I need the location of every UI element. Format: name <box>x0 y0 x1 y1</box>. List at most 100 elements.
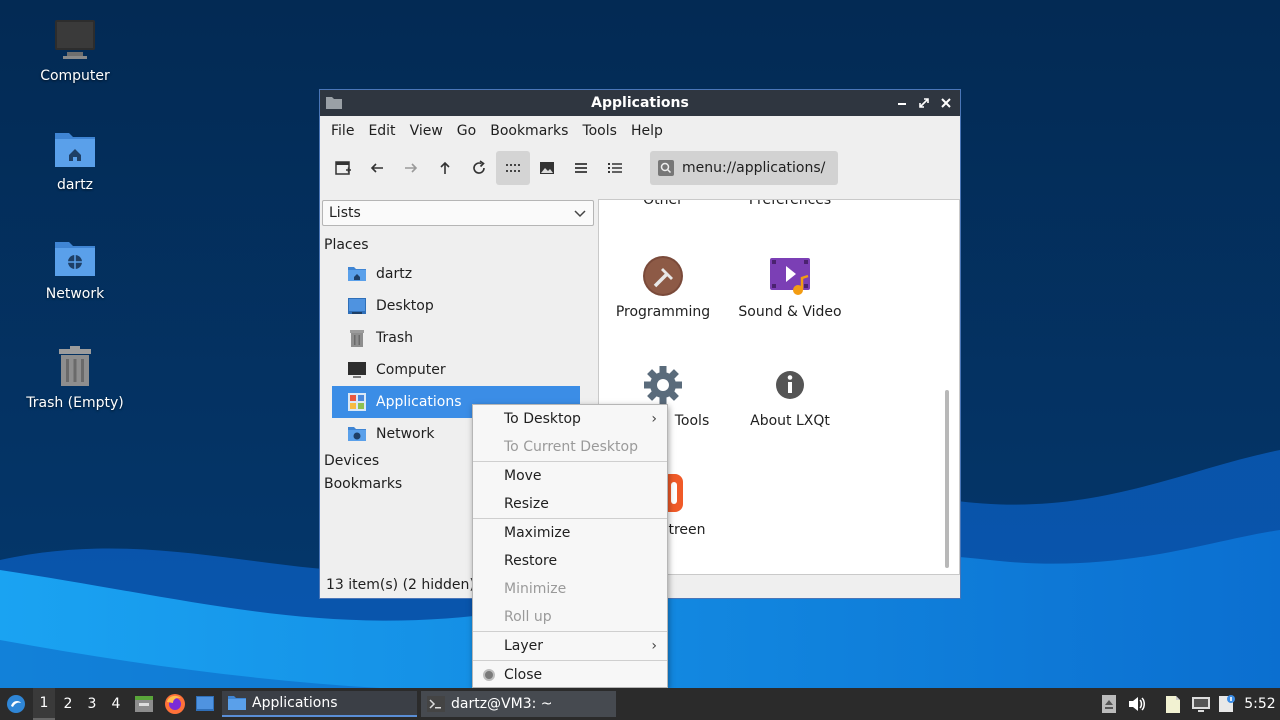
close-button[interactable] <box>938 94 954 112</box>
app-category-sound-video[interactable]: Sound & Video <box>726 254 854 320</box>
sidebar-item-label: dartz <box>376 266 413 282</box>
back-button[interactable] <box>360 151 394 185</box>
menu-bookmarks[interactable]: Bookmarks <box>483 123 575 139</box>
quicklaunch-file-manager[interactable] <box>133 688 155 720</box>
status-bar: 13 item(s) (2 hidden) <box>326 577 475 593</box>
list-icon <box>575 163 587 173</box>
restore-icon <box>919 98 929 108</box>
arrow-up-icon <box>440 161 450 174</box>
app-category-preferences[interactable]: Preferences <box>726 199 854 208</box>
new-tab-button[interactable] <box>326 151 360 185</box>
menu-item-restore[interactable]: Restore <box>473 547 667 575</box>
task-label: dartz@VM3: ~ <box>451 696 553 712</box>
menu-item-label: Maximize <box>504 525 571 541</box>
details-list-icon <box>608 163 622 173</box>
reload-button[interactable] <box>462 151 496 185</box>
menu-view[interactable]: View <box>403 123 450 139</box>
tray-clipboard[interactable] <box>1162 688 1184 720</box>
monitor-icon <box>348 362 366 378</box>
forward-button[interactable] <box>394 151 428 185</box>
desktop-switch-3[interactable]: 3 <box>81 688 103 720</box>
maximize-button[interactable] <box>916 94 932 112</box>
tray-network[interactable] <box>1189 688 1213 720</box>
close-circle-icon <box>483 669 495 681</box>
menu-tools[interactable]: Tools <box>575 123 624 139</box>
sidebar-item-label: Network <box>376 426 435 442</box>
menu-item-maximize[interactable]: Maximize <box>473 519 667 547</box>
terminal-icon <box>427 696 445 712</box>
desktop-icon-home[interactable]: dartz <box>20 127 130 193</box>
menu-item-to-desktop[interactable]: To Desktop › <box>473 405 667 433</box>
tray-updates[interactable] <box>1216 688 1238 720</box>
menu-help[interactable]: Help <box>624 123 670 139</box>
lxqt-logo-icon <box>7 695 25 713</box>
quicklaunch-firefox[interactable] <box>163 688 187 720</box>
tile-label: Programming <box>615 304 711 320</box>
window-context-menu: To Desktop › To Current Desktop Move Res… <box>472 404 668 688</box>
menu-file[interactable]: File <box>324 123 361 139</box>
vertical-scrollbar[interactable] <box>945 390 949 568</box>
compact-view-button[interactable] <box>564 151 598 185</box>
window-title: Applications <box>591 95 689 111</box>
show-desktop-icon <box>196 696 214 711</box>
app-category-programming[interactable]: Programming <box>599 254 727 320</box>
toolbar: menu://applications/ <box>320 146 960 190</box>
desktop-switch-2[interactable]: 2 <box>57 688 79 720</box>
task-terminal[interactable]: dartz@VM3: ~ <box>421 691 616 717</box>
menu-edit[interactable]: Edit <box>361 123 402 139</box>
minimize-button[interactable] <box>894 94 910 112</box>
sidebar-item-computer[interactable]: Computer <box>332 354 580 386</box>
home-folder-icon <box>348 267 366 281</box>
tile-label: Sound & Video <box>738 304 842 320</box>
up-button[interactable] <box>428 151 462 185</box>
desktop-switch-1[interactable]: 1 <box>33 688 55 720</box>
desktop-switch-4[interactable]: 4 <box>105 688 127 720</box>
main-menu-button[interactable] <box>4 688 28 720</box>
desktop-icon-trash[interactable]: Trash (Empty) <box>20 345 130 411</box>
reload-icon <box>473 160 485 174</box>
app-category-about-lxqt[interactable]: About LXQt <box>726 363 854 429</box>
trash-icon <box>350 330 364 347</box>
clock[interactable]: 5:52 <box>1243 688 1277 720</box>
chevron-right-icon: › <box>651 411 657 427</box>
menu-item-label: Roll up <box>504 609 552 625</box>
chevron-right-icon: › <box>651 638 657 654</box>
menu-item-layer[interactable]: Layer › <box>473 632 667 660</box>
tile-label: Preferences <box>748 199 832 208</box>
icon-view-button[interactable] <box>496 151 530 185</box>
trash-icon <box>59 346 91 386</box>
folder-icon <box>326 97 342 109</box>
task-applications[interactable]: Applications <box>222 691 417 717</box>
speaker-icon <box>1129 697 1145 711</box>
menu-item-minimize: Minimize <box>473 575 667 603</box>
arrow-right-icon <box>405 163 418 173</box>
desktop-icon-computer[interactable]: Computer <box>20 18 130 84</box>
menu-item-resize[interactable]: Resize <box>473 490 667 518</box>
places-header: Places <box>324 237 369 253</box>
menu-item-label: Restore <box>504 553 558 569</box>
tray-removable-media[interactable] <box>1098 688 1120 720</box>
side-pane-mode-select[interactable]: Lists <box>322 200 594 226</box>
location-bar[interactable]: menu://applications/ <box>650 151 838 185</box>
quicklaunch-desktop[interactable] <box>193 688 217 720</box>
detailed-view-button[interactable] <box>598 151 632 185</box>
sidebar-item-trash[interactable]: Trash <box>332 322 580 354</box>
info-icon <box>776 371 804 399</box>
thumbnail-view-button[interactable] <box>530 151 564 185</box>
chevron-down-icon <box>574 210 586 218</box>
desktop-icon-label: Computer <box>40 68 110 84</box>
network-monitor-icon <box>1192 697 1210 712</box>
desktop-icon-network[interactable]: Network <box>20 236 130 302</box>
desktop-icon-label: dartz <box>56 177 94 193</box>
menu-item-move[interactable]: Move <box>473 462 667 490</box>
menu-item-close[interactable]: Close <box>473 661 667 689</box>
sidebar-item-desktop[interactable]: Desktop <box>332 290 580 322</box>
menu-go[interactable]: Go <box>450 123 483 139</box>
app-category-other[interactable]: Other <box>599 199 727 208</box>
sidebar-item-dartz[interactable]: dartz <box>332 258 580 290</box>
tile-label: Other <box>643 199 683 208</box>
tray-volume[interactable] <box>1125 688 1149 720</box>
sidebar-item-label: Applications <box>376 394 462 410</box>
window-titlebar[interactable]: Applications <box>320 90 960 116</box>
folder-icon <box>228 696 246 710</box>
